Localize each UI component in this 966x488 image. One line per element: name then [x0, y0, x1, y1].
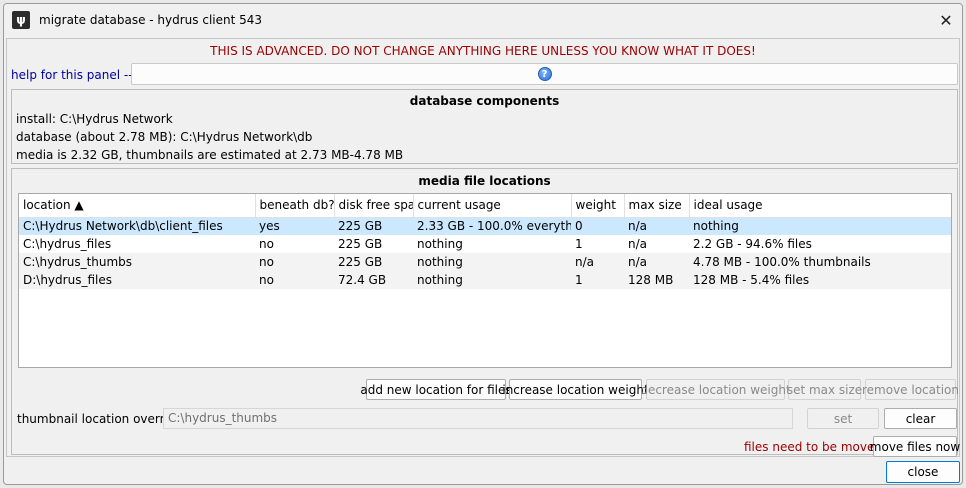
thumbnail-clear-button[interactable]: clear — [884, 408, 957, 429]
cell-max-size: n/a — [624, 253, 689, 271]
database-components-panel: database components install: C:\Hydrus N… — [11, 89, 958, 164]
table-row[interactable]: C:\hydrus_thumbs no 225 GB nothing n/a n… — [19, 253, 951, 271]
cell-beneath-db: no — [255, 253, 334, 271]
decrease-weight-button[interactable]: decrease location weight — [640, 379, 791, 400]
database-path: database (about 2.78 MB): C:\Hydrus Netw… — [16, 130, 313, 144]
title-bar: ψ migrate database - hydrus client 543 ✕ — [4, 4, 962, 35]
cell-ideal-usage: nothing — [689, 217, 951, 235]
cell-disk-free: 72.4 GB — [334, 271, 413, 289]
table-row[interactable]: C:\Hydrus Network\db\client_files yes 22… — [19, 217, 951, 235]
cell-current-usage: nothing — [413, 271, 571, 289]
column-header-weight[interactable]: weight — [571, 194, 625, 218]
table-row[interactable]: D:\hydrus_files no 72.4 GB nothing 1 128… — [19, 271, 951, 289]
help-icon: ? — [537, 67, 552, 81]
cell-beneath-db: yes — [255, 217, 334, 235]
database-components-title: database components — [409, 94, 560, 108]
cell-weight: n/a — [571, 253, 624, 271]
column-header-current-usage[interactable]: current usage — [413, 194, 572, 218]
cell-max-size: n/a — [624, 217, 689, 235]
cell-disk-free: 225 GB — [338, 237, 383, 251]
table-header: location ▲ beneath db? disk free spac cu… — [19, 194, 951, 218]
cell-weight: 1 — [575, 237, 583, 251]
thumbnail-set-button[interactable]: set — [807, 408, 879, 429]
media-summary: media is 2.32 GB, thumbnails are estimat… — [16, 148, 404, 162]
add-location-button[interactable]: add new location for files — [360, 379, 512, 400]
cell-location: D:\hydrus_files — [19, 271, 255, 289]
cell-ideal-usage: 2.2 GB - 94.6% files — [693, 237, 812, 251]
cell-current-usage: 2.33 GB - 100.0% everything — [413, 217, 571, 235]
remove-location-button[interactable]: remove location — [862, 379, 959, 400]
window-title: migrate database - hydrus client 543 — [39, 12, 263, 27]
help-button[interactable]: ? — [131, 63, 958, 85]
cell-disk-free: 225 GB — [334, 253, 413, 271]
cell-location: C:\Hydrus Network\db\client_files — [19, 217, 255, 235]
install-path: install: C:\Hydrus Network — [16, 112, 173, 126]
help-label: help for this panel --> — [11, 68, 143, 82]
column-header-max-size[interactable]: max size — [624, 194, 690, 218]
thumbnail-override-label: thumbnail location override — [17, 412, 183, 426]
move-files-now-button[interactable]: move files now — [870, 436, 960, 457]
cell-max-size: 128 MB — [624, 271, 689, 289]
close-button[interactable]: close — [886, 461, 960, 483]
cell-location: C:\hydrus_files — [23, 237, 112, 251]
advanced-warning: THIS IS ADVANCED. DO NOT CHANGE ANYTHING… — [210, 44, 756, 58]
cell-ideal-usage: 128 MB - 5.4% files — [689, 271, 951, 289]
cell-beneath-db: no — [255, 271, 334, 289]
thumbnail-override-field[interactable]: C:\hydrus_thumbs — [163, 408, 793, 429]
column-header-ideal-usage[interactable]: ideal usage — [689, 194, 951, 218]
hydrus-app-icon: ψ — [12, 10, 30, 29]
column-header-beneath-db[interactable]: beneath db? — [255, 194, 335, 218]
cell-weight: 1 — [571, 271, 624, 289]
dialog-content: THIS IS ADVANCED. DO NOT CHANGE ANYTHING… — [6, 38, 960, 457]
set-max-size-button[interactable]: set max size — [787, 379, 862, 400]
dialog-window: ψ migrate database - hydrus client 543 ✕… — [3, 3, 963, 485]
cell-current-usage: nothing — [417, 237, 463, 251]
cell-ideal-usage: 4.78 MB - 100.0% thumbnails — [689, 253, 951, 271]
cell-max-size: n/a — [628, 237, 648, 251]
locations-list[interactable]: location ▲ beneath db? disk free spac cu… — [18, 193, 952, 368]
cell-weight: 0 — [571, 217, 624, 235]
table-row[interactable]: C:\hydrus_files no 225 GB nothing 1 n/a … — [19, 235, 951, 253]
column-header-disk-free[interactable]: disk free spac — [334, 194, 414, 218]
column-header-location[interactable]: location ▲ — [19, 194, 256, 218]
media-file-locations-title: media file locations — [418, 174, 551, 188]
locations-table: location ▲ beneath db? disk free spac cu… — [19, 194, 951, 289]
media-file-locations-panel: media file locations location ▲ beneath … — [11, 168, 960, 457]
cell-location: C:\hydrus_thumbs — [19, 253, 255, 271]
close-icon[interactable]: ✕ — [936, 10, 956, 30]
move-status-text: files need to be moved — [744, 440, 882, 454]
cell-current-usage: nothing — [413, 253, 571, 271]
increase-weight-button[interactable]: increase location weight — [502, 379, 649, 400]
cell-disk-free: 225 GB — [334, 217, 413, 235]
cell-beneath-db: no — [259, 237, 274, 251]
